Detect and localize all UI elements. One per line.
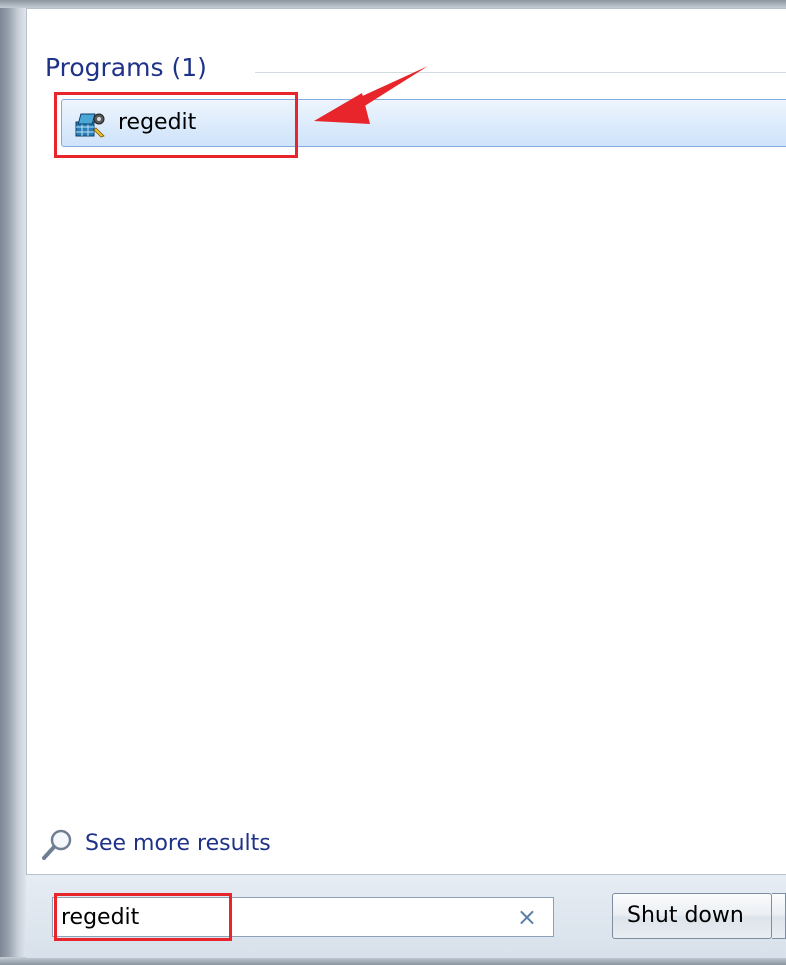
annotation-arrow — [314, 66, 428, 124]
